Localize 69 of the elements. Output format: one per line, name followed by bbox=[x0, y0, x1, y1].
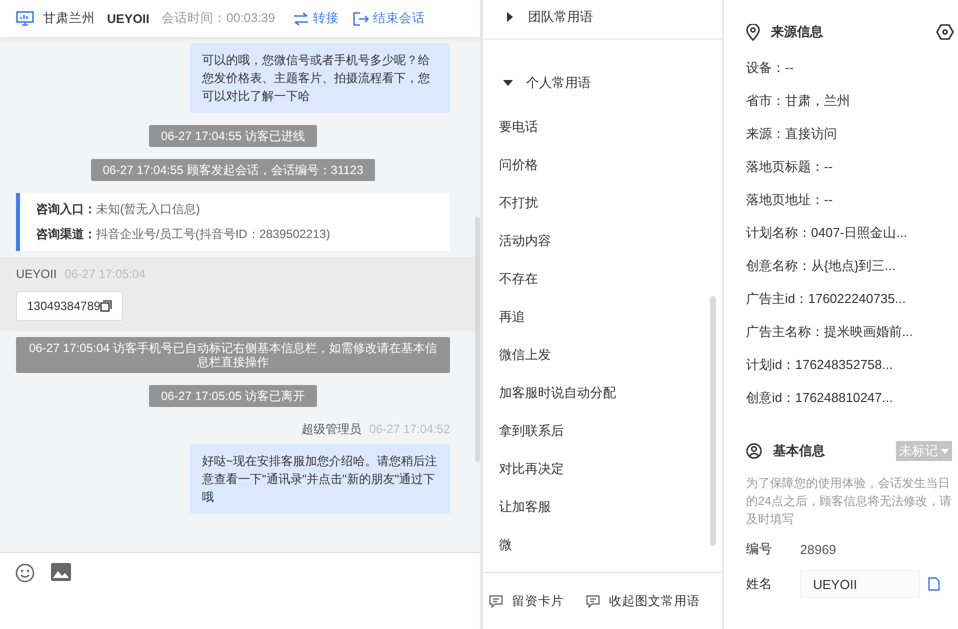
phrase-item[interactable]: 让加客服 bbox=[499, 488, 722, 526]
phrase-item[interactable]: 微信上发 bbox=[499, 336, 722, 374]
phrase-item[interactable]: 要电话 bbox=[499, 108, 722, 146]
source-field: 落地页标题：-- bbox=[746, 150, 958, 183]
phrase-item[interactable]: 再追 bbox=[499, 298, 722, 336]
sender-name: 超级管理员 bbox=[301, 422, 362, 436]
entry-label: 咨询入口： bbox=[36, 202, 96, 216]
source-field: 计划id：176248352758... bbox=[746, 348, 958, 381]
phrase-group-toggle[interactable]: 团队常用语 bbox=[483, 0, 722, 40]
entry-value: 抖音企业号/员工号(抖音号ID：2839502213) bbox=[96, 227, 330, 241]
message-bubble: 好哒~现在安排客服加您介绍哈。请您稍后注意查看一下"通讯录"并点击"新的朋友"通过下哦 bbox=[190, 444, 450, 514]
copy-icon[interactable] bbox=[100, 300, 112, 312]
scrollbar[interactable] bbox=[475, 217, 480, 462]
phone-number: 13049384789 bbox=[27, 299, 100, 313]
phrase-item[interactable]: 问价格 bbox=[499, 146, 722, 184]
sender-name: UEYOII bbox=[16, 267, 57, 281]
emoji-icon[interactable] bbox=[15, 563, 35, 583]
source-field: 计划名称：0407-日照金山... bbox=[746, 216, 958, 249]
scrollbar[interactable] bbox=[710, 296, 716, 546]
phrase-item[interactable]: 加客服时说自动分配 bbox=[499, 374, 722, 412]
session-time: 会话时间：00:03:39 bbox=[161, 10, 276, 27]
message-icon bbox=[489, 594, 503, 608]
collapse-phrases-button[interactable]: 收起图文常用语 bbox=[586, 592, 700, 610]
field-value: 28969 bbox=[800, 542, 836, 556]
system-notice: 06-27 17:04:55 访客已进线 bbox=[148, 125, 318, 147]
caret-right-icon bbox=[507, 12, 513, 22]
system-notice: 06-27 17:04:55 顾客发起会话，会话编号：31123 bbox=[90, 159, 376, 181]
source-field: 广告主名称：提米映画婚前... bbox=[746, 315, 958, 348]
phrase-item[interactable]: 拿到联系后 bbox=[499, 412, 722, 450]
source-field: 广告主id：176022240735... bbox=[746, 282, 958, 315]
location-pin-icon bbox=[746, 24, 760, 40]
notice-text: 为了保障您的使用体验，会话发生当日的24点之后，顾客信息将无法修改，请及时填写 bbox=[746, 475, 952, 528]
phrase-item[interactable]: 活动内容 bbox=[499, 222, 722, 260]
field-label: 姓名 bbox=[746, 575, 773, 593]
transfer-arrows-icon bbox=[293, 12, 310, 26]
monitor-icon bbox=[16, 10, 34, 26]
entry-value: 未知(暂无入口信息) bbox=[96, 202, 200, 216]
entry-label: 咨询渠道： bbox=[36, 227, 96, 241]
exit-icon bbox=[353, 12, 370, 26]
system-notice: 06-27 17:05:04 访客手机号已自动标记右侧基本信息栏，如需修改请在基本信息栏直接操作 bbox=[16, 337, 450, 373]
end-session-button[interactable]: 结束会话 bbox=[353, 10, 426, 27]
phrase-item[interactable]: 对比再决定 bbox=[499, 450, 722, 488]
phrase-group-toggle[interactable]: 个人常用语 bbox=[483, 40, 722, 108]
image-icon[interactable] bbox=[51, 563, 71, 581]
name-input-field[interactable]: UEYOII bbox=[800, 570, 920, 598]
source-field: 设备：-- bbox=[746, 51, 958, 84]
source-field: 创意id：176248810247... bbox=[746, 381, 958, 414]
field-label: 编号 bbox=[746, 540, 773, 558]
phrase-item[interactable]: 不存在 bbox=[499, 260, 722, 298]
visitor-name: UEYOII bbox=[107, 12, 150, 26]
message-bubble: 可以的哦，您微信号或者手机号多少呢？给您发价格表、主题客片、拍摄流程看下，您可以对比了解一下哈 bbox=[190, 43, 450, 113]
caret-down-icon bbox=[503, 80, 513, 86]
settings-icon[interactable] bbox=[936, 24, 954, 40]
transfer-button[interactable]: 转接 bbox=[293, 10, 340, 27]
source-field: 省市：甘肃，兰州 bbox=[746, 84, 958, 117]
phrase-item[interactable]: 不打扰 bbox=[499, 184, 722, 222]
caret-down-icon bbox=[941, 448, 949, 454]
section-title: 基本信息 bbox=[773, 442, 825, 460]
system-notice: 06-27 17:05:05 访客已离开 bbox=[148, 385, 318, 407]
message-icon bbox=[586, 594, 600, 608]
phrase-item[interactable]: 微 bbox=[499, 526, 722, 564]
visitor-location: 甘肃兰州 bbox=[43, 10, 95, 27]
lead-card-button[interactable]: 留资卡片 bbox=[489, 592, 564, 610]
section-title: 来源信息 bbox=[771, 23, 823, 41]
source-field: 来源：直接访问 bbox=[746, 117, 958, 150]
source-field: 创意名称：从{地点}到三... bbox=[746, 249, 958, 282]
message-time: 06-27 17:04:52 bbox=[369, 422, 450, 436]
user-icon bbox=[746, 443, 762, 459]
source-field: 落地页地址：-- bbox=[746, 183, 958, 216]
